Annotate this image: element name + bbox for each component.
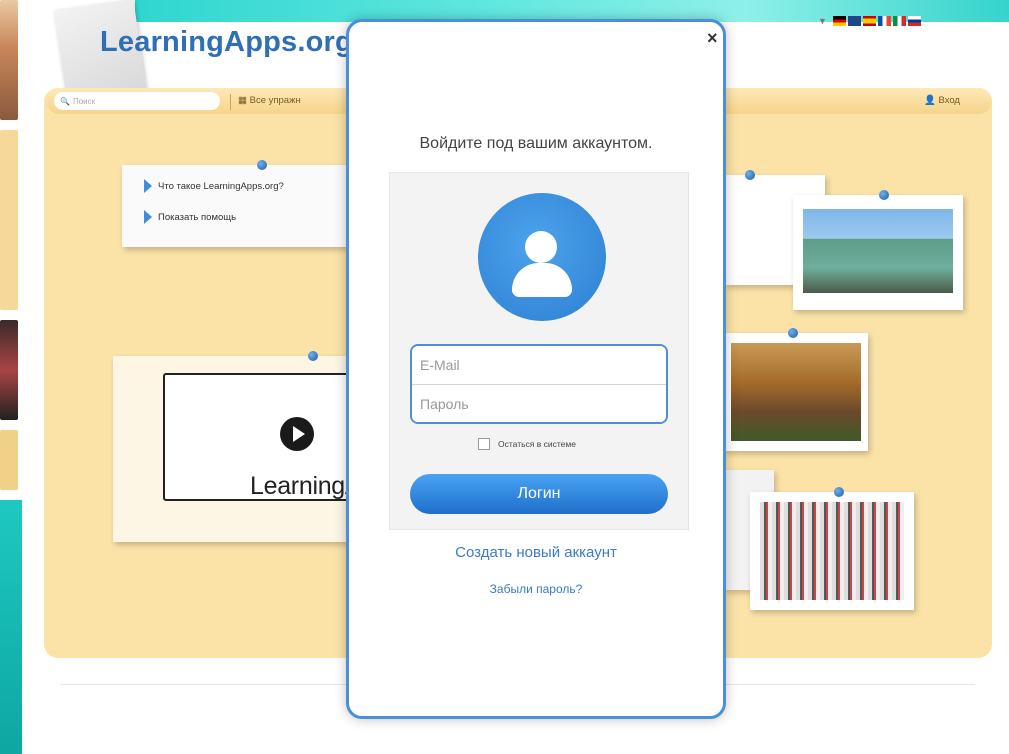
user-icon: 👤	[924, 95, 936, 106]
app-card-palace[interactable]	[793, 190, 963, 310]
create-account-link[interactable]: Создать новый аккаунт	[349, 544, 723, 561]
triangle-right-icon	[144, 179, 152, 193]
search-input[interactable]: 🔍 Поиск	[54, 92, 220, 110]
help-item-show-help[interactable]: Показать помощь	[144, 210, 236, 224]
help-item-what-is[interactable]: Что такое LearningApps.org?	[144, 179, 284, 193]
chevron-down-icon[interactable]: ▼	[818, 16, 827, 26]
app-card-crowd[interactable]	[750, 487, 914, 610]
help-card: Что такое LearningApps.org? Показать пом…	[122, 160, 357, 247]
app-card-train[interactable]	[723, 328, 868, 451]
flag-gb-icon[interactable]	[847, 16, 861, 26]
language-selector[interactable]: ▼	[818, 16, 921, 26]
divider	[230, 94, 231, 110]
avatar-body	[512, 263, 572, 297]
background-thumbnail	[0, 320, 18, 420]
grid-icon: ▦	[238, 95, 247, 106]
email-field[interactable]	[412, 346, 666, 384]
background-thumbnail	[0, 430, 18, 490]
triangle-right-icon	[144, 210, 152, 224]
flag-de-icon[interactable]	[832, 16, 846, 26]
play-icon[interactable]	[280, 417, 314, 451]
pin-icon	[257, 160, 267, 170]
background-strip-left	[0, 500, 22, 754]
background-thumbnail	[0, 0, 18, 120]
remember-checkbox[interactable]	[478, 438, 490, 450]
close-icon[interactable]: ×	[707, 28, 718, 49]
search-icon: 🔍	[60, 96, 70, 106]
pin-icon	[834, 487, 844, 497]
avatar-icon	[478, 193, 606, 321]
pin-icon	[745, 170, 755, 180]
login-modal: × Войдите под вашим аккаунтом. Остаться …	[346, 19, 726, 719]
remember-me[interactable]: Остаться в системе	[478, 438, 576, 450]
login-link[interactable]: 👤 Вход	[924, 95, 960, 106]
flag-it-icon[interactable]	[892, 16, 906, 26]
login-panel: Остаться в системе Логин	[389, 172, 689, 530]
video-thumbnail[interactable]: LearningApp	[163, 373, 389, 501]
flag-fr-icon[interactable]	[877, 16, 891, 26]
background-thumbnail	[0, 130, 18, 310]
password-field[interactable]	[412, 384, 666, 422]
flag-ru-icon[interactable]	[907, 16, 921, 26]
avatar-head	[525, 231, 557, 263]
credentials-group	[410, 344, 668, 424]
pin-icon	[308, 351, 318, 361]
video-card[interactable]: LearningApp	[113, 351, 389, 542]
all-exercises-link[interactable]: ▦ Все упражн	[238, 95, 301, 106]
pin-icon	[788, 328, 798, 338]
login-button[interactable]: Логин	[410, 474, 668, 514]
site-logo[interactable]: LearningApps.org	[100, 26, 353, 59]
pin-icon	[879, 190, 889, 200]
palace-image	[803, 209, 953, 293]
train-image	[731, 343, 861, 441]
crowd-image	[760, 502, 904, 600]
forgot-password-link[interactable]: Забыли пароль?	[349, 582, 723, 596]
flag-es-icon[interactable]	[862, 16, 876, 26]
modal-title: Войдите под вашим аккаунтом.	[419, 135, 653, 152]
